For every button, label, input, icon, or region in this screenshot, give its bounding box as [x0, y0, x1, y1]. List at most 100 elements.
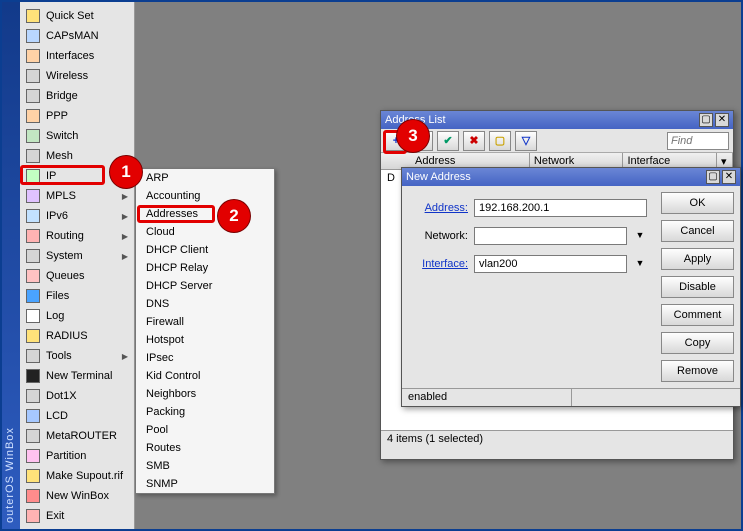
marker-2: 2 — [218, 200, 250, 232]
lcd-icon — [26, 409, 40, 423]
wand-icon — [26, 9, 40, 23]
menu-item-arp[interactable]: ARP — [136, 169, 274, 187]
sidebar-item-quickset[interactable]: Quick Set — [20, 6, 134, 26]
sidebar-item-supout[interactable]: Make Supout.rif — [20, 466, 134, 486]
menu-item-snmp[interactable]: SNMP — [136, 475, 274, 493]
system-icon — [26, 249, 40, 263]
sidebar-item-bridge[interactable]: Bridge — [20, 86, 134, 106]
window-title: New Address — [406, 171, 471, 183]
ok-button[interactable]: OK — [661, 192, 734, 214]
sidebar-item-capsman[interactable]: CAPsMAN — [20, 26, 134, 46]
sidebar-item-lcd[interactable]: LCD — [20, 406, 134, 426]
menu-item-firewall[interactable]: Firewall — [136, 313, 274, 331]
sidebar-item-tools[interactable]: Tools▶ — [20, 346, 134, 366]
chevron-down-icon[interactable]: ▼ — [633, 257, 647, 271]
sidebar-item-files[interactable]: Files — [20, 286, 134, 306]
chevron-down-icon[interactable]: ▼ — [633, 229, 647, 243]
menu-item-cloud[interactable]: Cloud — [136, 223, 274, 241]
menu-item-dns[interactable]: DNS — [136, 295, 274, 313]
menu-item-ipsec[interactable]: IPsec — [136, 349, 274, 367]
copy-button[interactable]: Copy — [661, 332, 734, 354]
sidebar-item-label: MetaROUTER — [46, 430, 117, 442]
sidebar-item-label: Quick Set — [46, 10, 94, 22]
status-enabled: enabled — [402, 389, 572, 406]
filter-button[interactable]: ▽ — [515, 131, 537, 151]
restore-icon[interactable]: ▢ — [699, 113, 713, 127]
address-label[interactable]: Address: — [410, 202, 468, 214]
sidebar-item-exit[interactable]: Exit — [20, 506, 134, 526]
apply-button[interactable]: Apply — [661, 248, 734, 270]
sidebar-item-radius[interactable]: RADIUS — [20, 326, 134, 346]
menu-item-packing[interactable]: Packing — [136, 403, 274, 421]
new-address-titlebar[interactable]: New Address ▢ ✕ — [402, 168, 740, 186]
sidebar-item-label: IP — [46, 170, 56, 182]
sidebar-item-label: Queues — [46, 270, 85, 282]
sidebar-item-new-winbox[interactable]: New WinBox — [20, 486, 134, 506]
menu-item-addresses[interactable]: Addresses — [136, 205, 274, 223]
new-address-buttons: OK Cancel Apply Disable Comment Copy Rem… — [655, 186, 740, 388]
sidebar-item-ipv6[interactable]: IPv6▶ — [20, 206, 134, 226]
sidebar-item-mpls[interactable]: MPLS▶ — [20, 186, 134, 206]
queues-icon — [26, 269, 40, 283]
comment-button[interactable]: ▢ — [489, 131, 511, 151]
find-input[interactable] — [667, 132, 729, 150]
sidebar-item-switch[interactable]: Switch — [20, 126, 134, 146]
menu-item-dhcp-relay[interactable]: DHCP Relay — [136, 259, 274, 277]
sidebar-item-dot1x[interactable]: Dot1X — [20, 386, 134, 406]
menu-item-accounting[interactable]: Accounting — [136, 187, 274, 205]
sidebar-item-queues[interactable]: Queues — [20, 266, 134, 286]
sidebar-item-ppp[interactable]: PPP — [20, 106, 134, 126]
ip-icon — [26, 169, 40, 183]
restore-icon[interactable]: ▢ — [706, 170, 720, 184]
dot1x-icon — [26, 389, 40, 403]
status-blank — [572, 389, 741, 406]
row-flag: D — [387, 172, 395, 184]
interface-label[interactable]: Interface: — [410, 258, 468, 270]
ipv6-icon — [26, 209, 40, 223]
menu-item-smb[interactable]: SMB — [136, 457, 274, 475]
supout-icon — [26, 469, 40, 483]
network-input[interactable] — [474, 227, 627, 245]
sidebar-item-routing[interactable]: Routing▶ — [20, 226, 134, 246]
sidebar-item-wireless[interactable]: Wireless — [20, 66, 134, 86]
cancel-button[interactable]: Cancel — [661, 220, 734, 242]
remove-button[interactable]: Remove — [661, 360, 734, 382]
comment-button[interactable]: Comment — [661, 304, 734, 326]
sidebar-item-system[interactable]: System▶ — [20, 246, 134, 266]
wireless-icon — [26, 69, 40, 83]
sidebar-item-label: New Terminal — [46, 370, 112, 382]
sidebar-item-label: CAPsMAN — [46, 30, 99, 42]
address-list-titlebar[interactable]: Address List ▢ ✕ — [381, 111, 733, 129]
app-title-bar: outerOS WinBox — [2, 2, 20, 529]
menu-item-dhcp-client[interactable]: DHCP Client — [136, 241, 274, 259]
menu-item-kid-control[interactable]: Kid Control — [136, 367, 274, 385]
routing-icon — [26, 229, 40, 243]
close-icon[interactable]: ✕ — [722, 170, 736, 184]
terminal-icon — [26, 369, 40, 383]
menu-item-pool[interactable]: Pool — [136, 421, 274, 439]
sidebar-item-partition[interactable]: Partition — [20, 446, 134, 466]
network-label: Network: — [410, 230, 468, 242]
enable-button[interactable]: ✔ — [437, 131, 459, 151]
disable-button[interactable]: ✖ — [463, 131, 485, 151]
winbox-icon — [26, 489, 40, 503]
sidebar-item-label: Files — [46, 290, 69, 302]
interface-input[interactable] — [474, 255, 627, 273]
sidebar-item-log[interactable]: Log — [20, 306, 134, 326]
close-icon[interactable]: ✕ — [715, 113, 729, 127]
sidebar-item-label: Log — [46, 310, 64, 322]
menu-item-hotspot[interactable]: Hotspot — [136, 331, 274, 349]
menu-item-neighbors[interactable]: Neighbors — [136, 385, 274, 403]
sidebar-item-metarouter[interactable]: MetaROUTER — [20, 426, 134, 446]
marker-1: 1 — [110, 156, 142, 188]
address-input[interactable] — [474, 199, 647, 217]
menu-item-dhcp-server[interactable]: DHCP Server — [136, 277, 274, 295]
sidebar-item-interfaces[interactable]: Interfaces — [20, 46, 134, 66]
sidebar-item-new-terminal[interactable]: New Terminal — [20, 366, 134, 386]
chevron-right-icon: ▶ — [122, 232, 128, 241]
menu-item-routes[interactable]: Routes — [136, 439, 274, 457]
metarouter-icon — [26, 429, 40, 443]
exit-icon — [26, 509, 40, 523]
disable-button[interactable]: Disable — [661, 276, 734, 298]
main-sidebar: Quick Set CAPsMAN Interfaces Wireless Br… — [20, 2, 135, 529]
